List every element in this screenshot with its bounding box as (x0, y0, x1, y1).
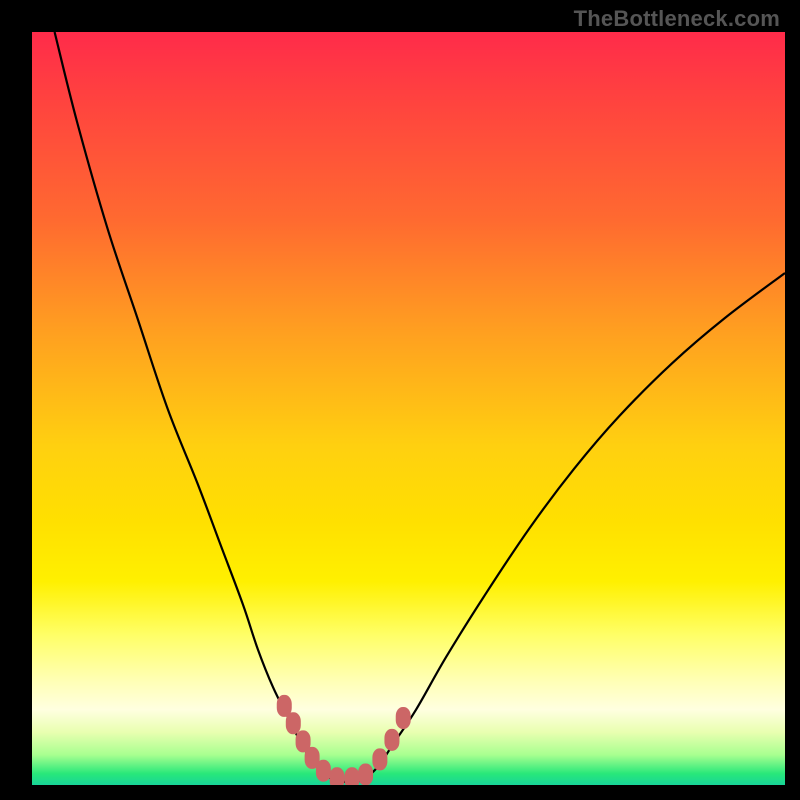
highlight-bead (316, 760, 331, 782)
highlight-bead (277, 695, 292, 717)
curves-svg (32, 32, 785, 785)
curve-left (55, 32, 334, 780)
highlight-bead (384, 729, 399, 751)
highlight-bead (286, 712, 301, 734)
highlight-bead (329, 767, 344, 785)
curve-bottom (333, 780, 363, 782)
highlight-bead (396, 707, 411, 729)
highlight-bead (305, 747, 320, 769)
plot-area (32, 32, 785, 785)
highlight-bead (372, 748, 387, 770)
chart-stage: TheBottleneck.com (0, 0, 800, 800)
highlight-beads (277, 695, 411, 785)
curve-right (363, 273, 785, 781)
watermark-text: TheBottleneck.com (574, 6, 780, 32)
highlight-bead (358, 763, 373, 785)
highlight-bead (345, 767, 360, 785)
highlight-bead (296, 730, 311, 752)
